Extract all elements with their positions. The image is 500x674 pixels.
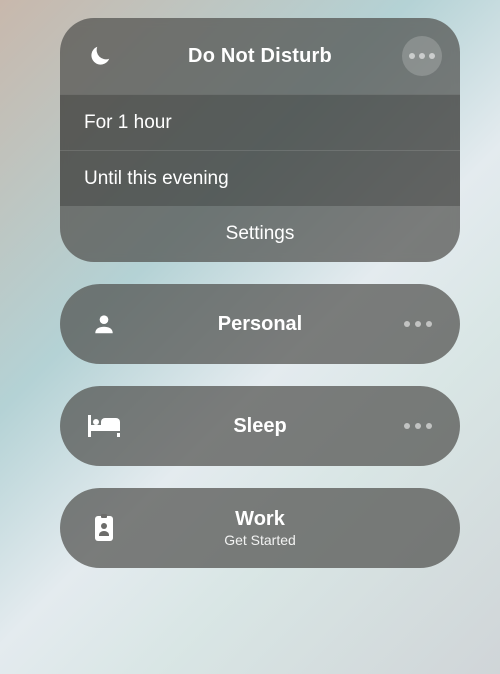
focus-dnd-title: Do Not Disturb [188,45,332,68]
focus-dnd-header[interactable]: Do Not Disturb [60,18,460,94]
focus-sleep-pill[interactable]: Sleep [60,386,460,466]
dnd-option-until-evening[interactable]: Until this evening [60,150,460,206]
dnd-settings-label: Settings [226,223,295,245]
focus-pill-label: Work [235,508,285,531]
badge-icon [88,512,120,544]
dnd-settings-button[interactable]: Settings [60,206,460,262]
dnd-option-label: Until this evening [84,168,229,190]
moon-icon [86,42,114,70]
focus-personal-pill[interactable]: Personal [60,284,460,364]
focus-work-pill[interactable]: Work Get Started [60,488,460,568]
focus-pill-label: Sleep [233,415,286,438]
dnd-option-label: For 1 hour [84,112,172,134]
person-icon [88,308,120,340]
bed-icon [88,410,120,442]
focus-dnd-card: Do Not Disturb For 1 hour Until this eve… [60,18,460,262]
dnd-option-for-1-hour[interactable]: For 1 hour [60,94,460,150]
focus-pill-label: Personal [218,313,302,336]
focus-dnd-more-button[interactable] [402,36,442,76]
focus-personal-more-button[interactable] [404,321,432,327]
focus-sleep-more-button[interactable] [404,423,432,429]
ellipsis-icon [409,53,435,59]
focus-pill-sublabel: Get Started [224,532,296,548]
